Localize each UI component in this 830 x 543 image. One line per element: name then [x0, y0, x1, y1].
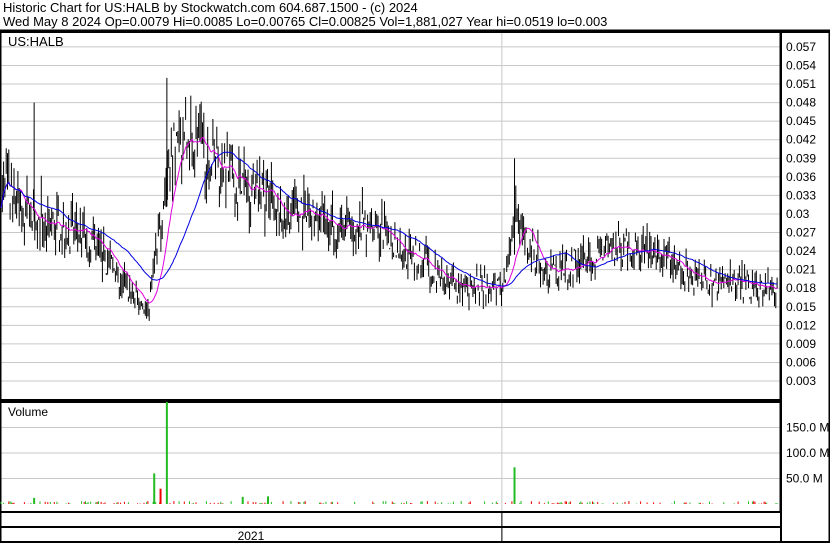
price-tick-label: 0.03	[786, 207, 810, 221]
symbol-label: US:HALB	[8, 34, 64, 49]
price-tick-label: 0.054	[786, 58, 816, 72]
stock-chart: 0.003 0.006 0.009 0.012 0.015 0.018 0.021 0.024…	[0, 29, 830, 543]
price-tick-label: 0.045	[786, 114, 816, 128]
price-tick-label: 0.003	[786, 374, 816, 388]
price-tick-label: 0.048	[786, 96, 816, 110]
price-tick-label: 0.009	[786, 337, 816, 351]
long-moving-average-line	[0, 151, 778, 287]
price-tick-label: 0.036	[786, 170, 816, 184]
volume-tick-label: 50.0 M	[786, 472, 823, 486]
price-tick-label: 0.057	[786, 40, 816, 54]
price-tick-label: 0.033	[786, 188, 816, 202]
price-tick-label: 0.024	[786, 244, 816, 258]
volume-tick-label: 100.0 M	[786, 446, 829, 460]
chart-window: Historic Chart for US:HALB by Stockwatch…	[0, 0, 830, 543]
volume-panel-frame	[0, 401, 782, 513]
volume-label: Volume	[8, 405, 48, 419]
price-tick-label: 0.039	[786, 151, 816, 165]
price-tick-label: 0.042	[786, 133, 816, 147]
price-tick-label: 0.006	[786, 355, 816, 369]
short-moving-average-line	[0, 137, 778, 304]
outer-frame	[0, 31, 830, 543]
price-tick-label: 0.051	[786, 77, 816, 91]
year-label: 2021	[238, 529, 265, 543]
price-tick-label: 0.015	[786, 300, 816, 314]
price-panel-frame	[0, 31, 782, 401]
price-tick-label: 0.018	[786, 281, 816, 295]
price-tick-label: 0.012	[786, 318, 816, 332]
price-tick-label: 0.027	[786, 226, 816, 240]
volume-tick-label: 150.0 M	[786, 421, 829, 435]
price-tick-label: 0.021	[786, 263, 816, 277]
